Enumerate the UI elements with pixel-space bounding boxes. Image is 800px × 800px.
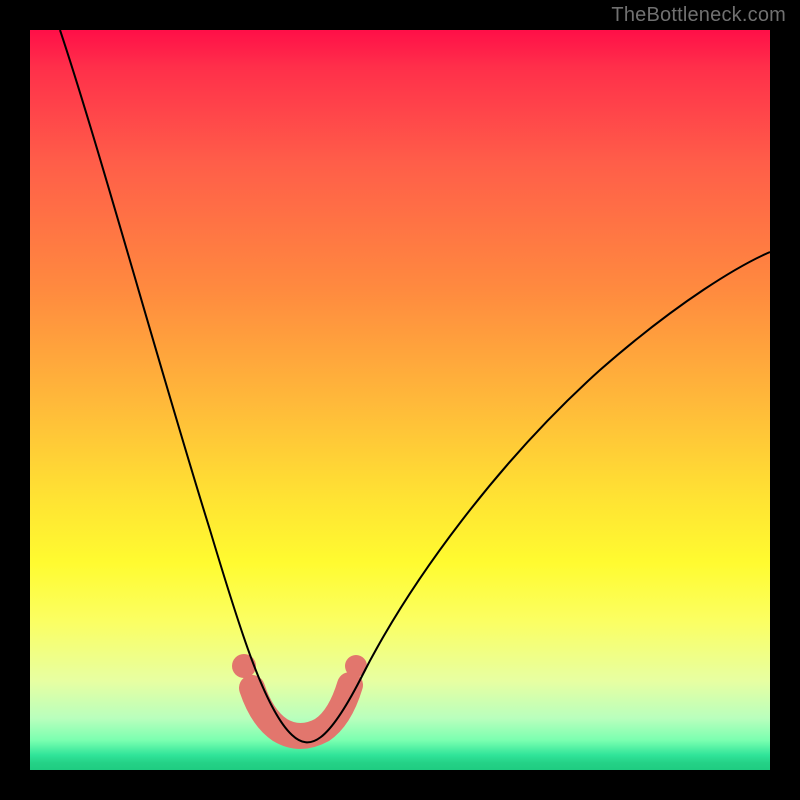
marker-dot xyxy=(232,654,256,678)
chart-svg xyxy=(30,30,770,770)
bottleneck-curve xyxy=(60,30,770,742)
watermark-text: TheBottleneck.com xyxy=(611,4,786,27)
plot-area xyxy=(30,30,770,770)
chart-frame: TheBottleneck.com xyxy=(0,0,800,800)
